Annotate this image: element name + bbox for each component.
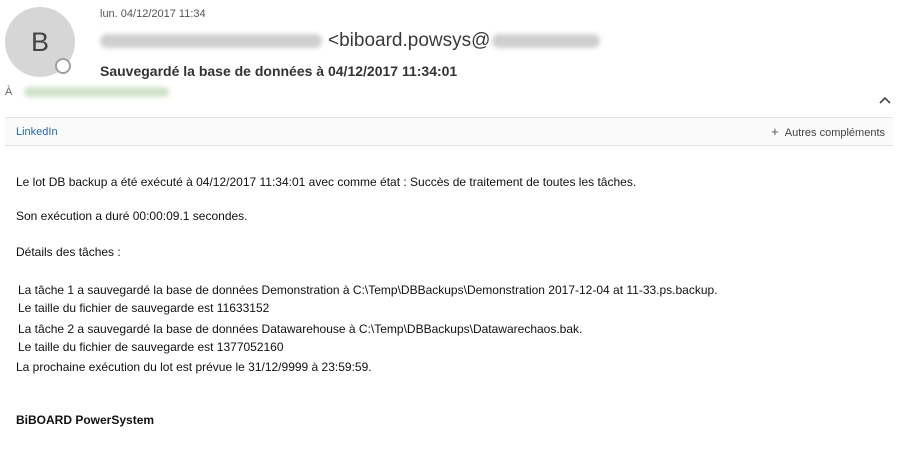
task-file-size: Le taille du fichier de sauvegarde est 1…	[18, 340, 284, 354]
more-addins-label: Autres compléments	[784, 127, 885, 139]
message-date: lun. 04/12/2017 11:34	[100, 8, 206, 20]
avatar-initial: B	[30, 27, 49, 57]
body-line-status: Le lot DB backup a été exécuté à 04/12/2…	[16, 175, 637, 189]
task-description: La tâche 1 a sauvegardé la base de donné…	[18, 283, 718, 297]
task-file-size: Le taille du fichier de sauvegarde est 1…	[18, 301, 270, 315]
recipient-label: À	[5, 86, 13, 98]
collapse-header-button[interactable]	[877, 93, 893, 107]
task-item: La tâche 1 a sauvegardé la base de donné…	[18, 281, 718, 320]
body-line-next-run: La prochaine exécution du lot est prévue…	[16, 360, 372, 374]
recipient-line: À	[5, 86, 170, 98]
sender-domain-redacted	[492, 33, 601, 48]
more-addins-button[interactable]: + Autres compléments	[771, 124, 885, 139]
addins-bar: LinkedIn + Autres compléments	[5, 117, 893, 146]
linkedin-addin-link[interactable]: LinkedIn	[16, 126, 58, 138]
sender-email: <biboard.powsys@	[328, 30, 491, 51]
signature: BiBOARD PowerSystem	[16, 413, 155, 427]
sender-name-redacted	[100, 33, 322, 48]
recipient-redacted[interactable]	[24, 87, 170, 98]
plus-icon: +	[771, 124, 779, 139]
task-item: La tâche 2 a sauvegardé la base de donné…	[18, 320, 718, 360]
message-body: Le lot DB backup a été exécuté à 04/12/2…	[16, 175, 718, 427]
chevron-up-icon	[879, 96, 891, 104]
sender-line[interactable]: <biboard.powsys@	[100, 30, 601, 54]
presence-status-icon	[55, 58, 71, 74]
body-line-duration: Son exécution a duré 00:00:09.1 secondes…	[16, 209, 248, 223]
message-subject: Sauvegardé la base de données à 04/12/20…	[100, 63, 458, 79]
task-description: La tâche 2 a sauvegardé la base de donné…	[18, 322, 583, 336]
body-line-details-heading: Détails des tâches :	[16, 245, 121, 259]
